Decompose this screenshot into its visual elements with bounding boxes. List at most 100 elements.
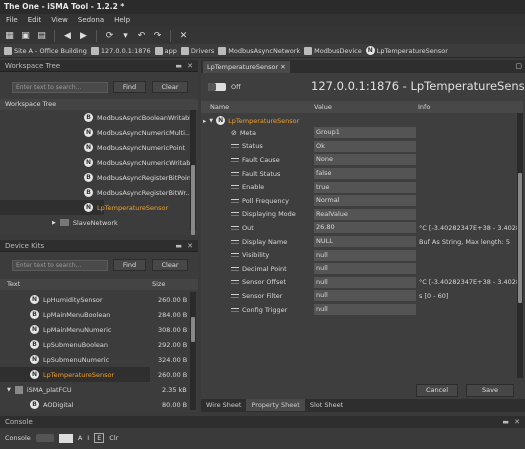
property-row-out[interactable]: Out 26.80 °C [-3.40282347E+38 - 3.40282... bbox=[201, 221, 523, 235]
menu-view[interactable]: View bbox=[51, 14, 68, 27]
property-value[interactable]: null bbox=[314, 263, 416, 275]
property-row-sensor-offset[interactable]: Sensor Offset null °C [-3.40282347E+38 - 3… bbox=[201, 276, 523, 290]
collapse-icon[interactable]: ▼ bbox=[7, 387, 11, 393]
kit-item[interactable]: B LpSubmenuBoolean 292.00 B bbox=[0, 337, 190, 352]
property-value[interactable]: 26.80 bbox=[314, 222, 416, 234]
crumb-drivers[interactable]: Drivers bbox=[180, 46, 214, 55]
minimize-icon[interactable]: ▬ bbox=[502, 416, 509, 428]
tab-property-sheet[interactable]: Property Sheet bbox=[246, 399, 305, 411]
kit-item[interactable]: N LpMainMenuNumeric 308.00 B bbox=[0, 322, 190, 337]
property-row-decimal-point[interactable]: Decimal Point null bbox=[201, 262, 523, 276]
console-toggle[interactable] bbox=[35, 434, 54, 442]
close-icon[interactable]: ✕ bbox=[280, 63, 285, 71]
col-value[interactable]: Value bbox=[314, 101, 332, 113]
kit-item-selected[interactable]: N LpTemperatureSensor 260.00 B bbox=[0, 367, 187, 382]
crumb-component[interactable]: N LpTemperatureSensor bbox=[365, 46, 448, 55]
col-size[interactable]: Size bbox=[152, 279, 165, 290]
col-info[interactable]: Info bbox=[418, 101, 430, 113]
property-row-enable[interactable]: Enable true bbox=[201, 180, 523, 194]
close-icon[interactable]: ✕ bbox=[514, 416, 520, 428]
workspace-find-button[interactable]: Find bbox=[113, 81, 146, 93]
property-row-config-trigger[interactable]: Config Trigger null bbox=[201, 303, 523, 317]
workspace-scrollbar[interactable] bbox=[190, 110, 196, 235]
property-value[interactable]: null bbox=[314, 276, 416, 288]
minimize-icon[interactable]: ▬ bbox=[175, 240, 182, 252]
kit-item[interactable]: N LpSubmenuNumeric 324.00 B bbox=[0, 352, 190, 367]
kit-item[interactable]: B AODigital 80.00 B bbox=[0, 397, 190, 412]
forward-icon[interactable]: ▶ bbox=[77, 29, 90, 42]
console-clear-button[interactable]: Clr bbox=[109, 434, 118, 442]
console-filter-a[interactable]: A bbox=[78, 434, 82, 442]
tree-node[interactable]: ▶ SlaveNetwork bbox=[0, 215, 190, 230]
maximize-icon[interactable]: ▢ bbox=[515, 60, 522, 73]
kit-item[interactable]: N LpHumiditySensor 260.00 B bbox=[0, 292, 190, 307]
collapse-icon[interactable]: ▼ bbox=[209, 118, 213, 124]
property-row-visibility[interactable]: Visibility null bbox=[201, 248, 523, 262]
tab-wire-sheet[interactable]: Wire Sheet bbox=[201, 399, 246, 411]
property-value[interactable]: null bbox=[314, 249, 416, 261]
devicekits-search-input[interactable]: Enter text to search... bbox=[12, 260, 108, 271]
console-filter-i[interactable]: I bbox=[87, 434, 89, 442]
kit-group[interactable]: ▼ iSMA_platFCU 2.35 kB bbox=[0, 382, 190, 397]
crumb-modbus-device[interactable]: ModbusDevice bbox=[304, 46, 362, 55]
chevron-down-icon[interactable]: ▾ bbox=[119, 29, 132, 42]
devicekits-find-button[interactable]: Find bbox=[113, 259, 146, 271]
expand-icon[interactable]: ▶ bbox=[52, 220, 56, 226]
property-value[interactable]: null bbox=[314, 304, 416, 316]
console-input[interactable] bbox=[58, 433, 73, 443]
property-value[interactable]: Normal bbox=[314, 195, 416, 207]
cancel-button[interactable]: Cancel bbox=[416, 384, 458, 397]
menu-sedona[interactable]: Sedona bbox=[78, 14, 104, 27]
devicekits-scrollbar[interactable] bbox=[190, 292, 196, 410]
col-text[interactable]: Text bbox=[7, 279, 20, 290]
property-value[interactable]: null bbox=[314, 290, 416, 302]
minimize-icon[interactable]: ▬ bbox=[175, 60, 182, 72]
grid-icon[interactable]: ▦ bbox=[3, 29, 16, 42]
property-value[interactable]: NULL bbox=[314, 236, 416, 248]
scroll-thumb[interactable] bbox=[191, 317, 195, 342]
close-icon[interactable]: ✕ bbox=[187, 60, 193, 72]
property-row-status[interactable]: Status Ok bbox=[201, 140, 523, 154]
close-icon[interactable]: ✕ bbox=[177, 29, 190, 42]
menu-file[interactable]: File bbox=[6, 14, 18, 27]
property-row-displaying-mode[interactable]: Displaying Mode RealValue bbox=[201, 208, 523, 222]
scroll-thumb[interactable] bbox=[191, 165, 195, 235]
tree-node[interactable]: N ModbusAsyncNumericMulti... bbox=[0, 125, 191, 140]
workspace-clear-button[interactable]: Clear bbox=[152, 81, 188, 93]
menu-edit[interactable]: Edit bbox=[28, 14, 42, 27]
menu-help[interactable]: Help bbox=[114, 14, 130, 27]
redo-icon[interactable]: ↷ bbox=[151, 29, 164, 42]
crumb-device[interactable]: 127.0.0.1:1876 bbox=[90, 46, 151, 55]
close-icon[interactable]: ✕ bbox=[187, 240, 193, 252]
property-value[interactable]: Group1 bbox=[314, 127, 416, 139]
property-value[interactable]: None bbox=[314, 154, 416, 166]
property-value[interactable]: false bbox=[314, 168, 416, 180]
editor-scrollbar[interactable] bbox=[517, 113, 523, 378]
property-value[interactable]: Ok bbox=[314, 140, 416, 152]
workspace-search-input[interactable]: Enter text to search... bbox=[12, 82, 108, 93]
property-row-fault-status[interactable]: Fault Status false bbox=[201, 167, 523, 181]
property-row-poll-frequency[interactable]: Poll Frequency Normal bbox=[201, 194, 523, 208]
property-row-sensor-filter[interactable]: Sensor Filter null s [0 - 60] bbox=[201, 289, 523, 303]
toggle-switch[interactable] bbox=[208, 83, 226, 91]
crumb-network[interactable]: ModbusAsyncNetwork bbox=[218, 46, 300, 55]
tab-slot-sheet[interactable]: Slot Sheet bbox=[305, 399, 348, 411]
scroll-thumb[interactable] bbox=[518, 173, 522, 303]
col-name[interactable]: Name bbox=[210, 101, 229, 113]
property-value[interactable]: true bbox=[314, 181, 416, 193]
property-row-meta[interactable]: ⊘ Meta Group1 bbox=[201, 126, 523, 140]
tree-node[interactable]: N ModbusAsyncNumericPoint bbox=[0, 140, 190, 155]
save-all-icon[interactable]: ▤ bbox=[35, 29, 48, 42]
history-icon[interactable]: ⟳ bbox=[103, 29, 116, 42]
component-row[interactable]: ▸ ▼ N LpTemperatureSensor bbox=[203, 115, 299, 126]
tree-node[interactable]: B ModbusAsyncRegisterBitPoint bbox=[0, 170, 193, 185]
tree-node-selected[interactable]: N LpTemperatureSensor bbox=[0, 200, 168, 215]
tree-node[interactable]: B ModbusAsyncBooleanWritable bbox=[0, 110, 195, 125]
devicekits-clear-button[interactable]: Clear bbox=[152, 259, 188, 271]
crumb-app[interactable]: app bbox=[154, 46, 177, 55]
property-row-fault-cause[interactable]: Fault Cause None bbox=[201, 153, 523, 167]
property-row-display-name[interactable]: Display Name NULL Buf As String, Max lengt… bbox=[201, 235, 523, 249]
back-icon[interactable]: ◀ bbox=[61, 29, 74, 42]
tree-node[interactable]: N ModbusAsyncNumericWritable bbox=[0, 155, 196, 170]
kit-item[interactable]: B LpMainMenuBoolean 284.00 B bbox=[0, 307, 190, 322]
